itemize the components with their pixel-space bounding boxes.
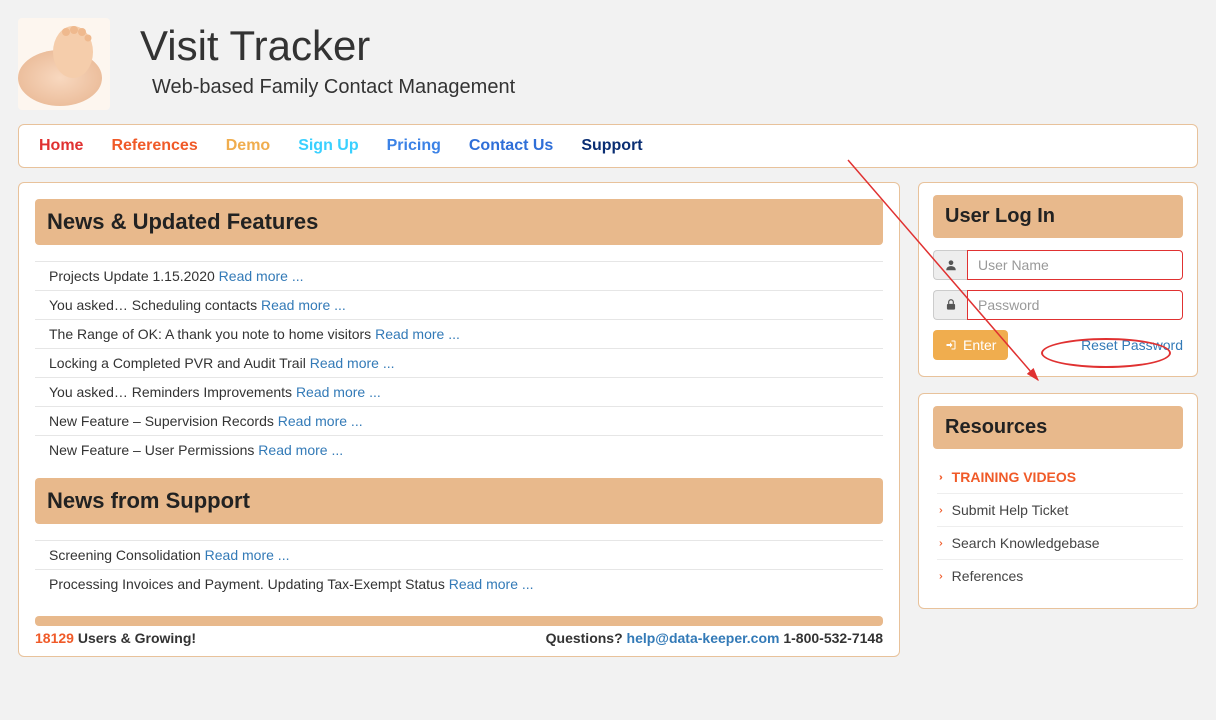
enter-button[interactable]: Enter	[933, 330, 1008, 360]
chevron-right-icon: ››	[939, 505, 940, 516]
users-count: 18129	[35, 630, 74, 646]
news-item: You asked… Scheduling contacts Read more…	[35, 290, 883, 319]
login-icon	[945, 339, 957, 351]
brand-subtitle: Web-based Family Contact Management	[152, 76, 515, 99]
resources-panel: Resources ›› TRAINING VIDEOS ›› Submit H…	[918, 393, 1198, 609]
nav-demo[interactable]: Demo	[226, 137, 270, 155]
nav-support[interactable]: Support	[581, 137, 642, 155]
logo-image	[18, 18, 110, 110]
chevron-right-icon: ››	[939, 571, 940, 582]
resource-label: Search Knowledgebase	[952, 535, 1100, 551]
read-more-link[interactable]: Read more ...	[310, 355, 395, 371]
news-item-title: Processing Invoices and Payment. Updatin…	[49, 576, 445, 592]
section-header-news-support: News from Support	[35, 478, 883, 524]
read-more-link[interactable]: Read more ...	[375, 326, 460, 342]
resource-label: Submit Help Ticket	[952, 502, 1069, 518]
section-header-news-features: News & Updated Features	[35, 199, 883, 245]
main-nav: Home References Demo Sign Up Pricing Con…	[39, 137, 1177, 155]
read-more-link[interactable]: Read more ...	[261, 297, 346, 313]
read-more-link[interactable]: Read more ...	[449, 576, 534, 592]
lock-icon	[933, 290, 967, 320]
section-header-resources: Resources	[933, 406, 1183, 449]
horizontal-scrollbar[interactable]	[35, 616, 883, 626]
news-item: Locking a Completed PVR and Audit Trail …	[35, 348, 883, 377]
resource-label: References	[952, 568, 1024, 584]
news-item-title: Locking a Completed PVR and Audit Trail	[49, 355, 306, 371]
resource-item-search-kb[interactable]: ›› Search Knowledgebase	[937, 527, 1183, 560]
contact-phone: 1-800-532-7148	[779, 630, 883, 646]
news-support-list: Screening Consolidation Read more ... Pr…	[35, 540, 883, 598]
enter-button-label: Enter	[963, 337, 996, 353]
brand-title: Visit Tracker	[140, 22, 515, 70]
nav-pricing[interactable]: Pricing	[387, 137, 441, 155]
news-item-title: You asked… Scheduling contacts	[49, 297, 257, 313]
news-item: Processing Invoices and Payment. Updatin…	[35, 569, 883, 598]
resource-label: TRAINING VIDEOS	[952, 469, 1076, 485]
section-header-login: User Log In	[933, 195, 1183, 238]
news-item: The Range of OK: A thank you note to hom…	[35, 319, 883, 348]
nav-signup[interactable]: Sign Up	[298, 137, 358, 155]
questions-label: Questions?	[546, 630, 627, 646]
chevron-right-icon: ››	[939, 472, 940, 483]
username-input[interactable]	[967, 250, 1183, 280]
news-item-title: Projects Update 1.15.2020	[49, 268, 215, 284]
users-text: Users & Growing!	[74, 630, 196, 646]
resource-item-training-videos[interactable]: ›› TRAINING VIDEOS	[937, 461, 1183, 494]
nav-contact-us[interactable]: Contact Us	[469, 137, 553, 155]
news-item-title: The Range of OK: A thank you note to hom…	[49, 326, 371, 342]
news-item-title: Screening Consolidation	[49, 547, 201, 563]
resource-item-submit-ticket[interactable]: ›› Submit Help Ticket	[937, 494, 1183, 527]
news-item: Screening Consolidation Read more ...	[35, 540, 883, 569]
news-item-title: You asked… Reminders Improvements	[49, 384, 292, 400]
news-item-title: New Feature – User Permissions	[49, 442, 254, 458]
read-more-link[interactable]: Read more ...	[296, 384, 381, 400]
brand-header: Visit Tracker Web-based Family Contact M…	[18, 18, 1198, 110]
footer-questions: Questions? help@data-keeper.com 1-800-53…	[546, 630, 883, 646]
read-more-link[interactable]: Read more ...	[258, 442, 343, 458]
login-panel: User Log In Enter	[918, 182, 1198, 377]
username-row	[933, 250, 1183, 280]
password-input[interactable]	[967, 290, 1183, 320]
read-more-link[interactable]: Read more ...	[219, 268, 304, 284]
footer-row: 18129 Users & Growing! Questions? help@d…	[35, 630, 883, 646]
reset-password-link[interactable]: Reset Password	[1081, 337, 1183, 353]
users-growing-label: 18129 Users & Growing!	[35, 630, 196, 646]
chevron-right-icon: ››	[939, 538, 940, 549]
news-item: You asked… Reminders Improvements Read m…	[35, 377, 883, 406]
contact-email-link[interactable]: help@data-keeper.com	[627, 630, 780, 646]
news-item: New Feature – User Permissions Read more…	[35, 435, 883, 464]
nav-references[interactable]: References	[111, 137, 197, 155]
resource-item-references[interactable]: ›› References	[937, 560, 1183, 592]
news-item: Projects Update 1.15.2020 Read more ...	[35, 261, 883, 290]
resources-list: ›› TRAINING VIDEOS ›› Submit Help Ticket…	[933, 461, 1183, 592]
main-content-panel: News & Updated Features Projects Update …	[18, 182, 900, 657]
news-features-list: Projects Update 1.15.2020 Read more ... …	[35, 261, 883, 464]
nav-home[interactable]: Home	[39, 137, 83, 155]
password-row	[933, 290, 1183, 320]
user-icon	[933, 250, 967, 280]
main-nav-panel: Home References Demo Sign Up Pricing Con…	[18, 124, 1198, 168]
news-item-title: New Feature – Supervision Records	[49, 413, 274, 429]
read-more-link[interactable]: Read more ...	[278, 413, 363, 429]
read-more-link[interactable]: Read more ...	[205, 547, 290, 563]
news-item: New Feature – Supervision Records Read m…	[35, 406, 883, 435]
